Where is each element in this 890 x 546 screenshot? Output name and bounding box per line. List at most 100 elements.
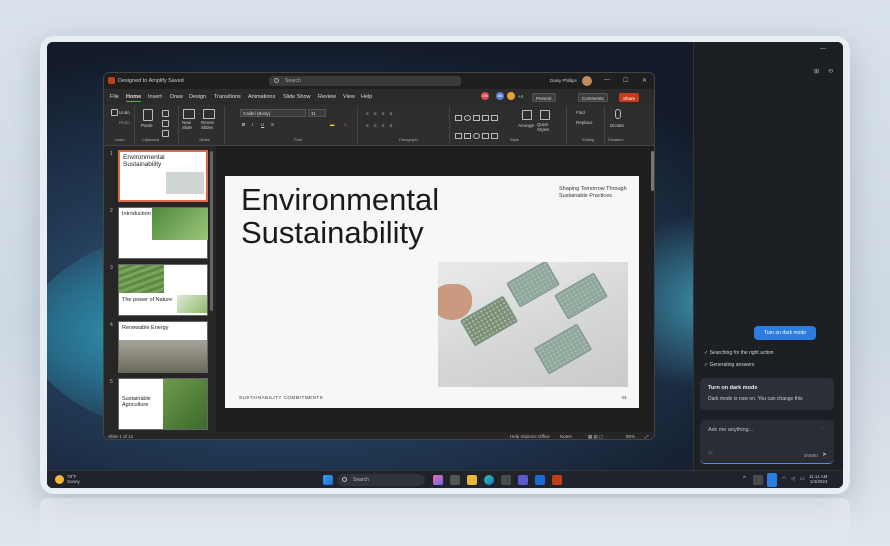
microphone-icon[interactable]: [615, 109, 621, 119]
share-button[interactable]: Share: [619, 93, 640, 102]
attach-icon[interactable]: ⤫: [708, 451, 713, 458]
reuse-slides-icon[interactable]: [203, 109, 215, 119]
zoom-level[interactable]: 86%: [626, 434, 635, 439]
slide-thumbnail[interactable]: Introduction: [118, 207, 208, 259]
redo-label[interactable]: Redo: [119, 120, 130, 125]
comments-button[interactable]: Comments: [578, 93, 608, 102]
slide-thumbnail[interactable]: Renewable Energy: [118, 321, 208, 373]
menu-draw[interactable]: Draw: [170, 94, 183, 100]
powerpoint-taskbar-icon[interactable]: [552, 475, 562, 485]
menu-file[interactable]: File: [110, 94, 119, 100]
search-box[interactable]: Search: [269, 76, 461, 86]
battery-icon[interactable]: ▭: [800, 476, 805, 482]
history-icon[interactable]: ⟲: [828, 68, 833, 75]
font-family-select[interactable]: Calibri (Body): [240, 109, 306, 117]
arrange-icon[interactable]: [522, 110, 532, 120]
italic-button[interactable]: I: [252, 122, 253, 127]
find-button[interactable]: Find: [576, 110, 585, 115]
slide-thumbnail[interactable]: Environmental Sustainability: [118, 150, 208, 202]
font-size-select[interactable]: 11: [308, 109, 326, 117]
slide-footer: SUSTAINABILITY COMMITMENTS: [239, 395, 324, 400]
copilot-icon[interactable]: [433, 475, 443, 485]
close-icon[interactable]: ✕: [642, 77, 647, 84]
slide-number: 1: [110, 151, 113, 157]
suggestion-bubble[interactable]: Turn on dark mode: [754, 326, 816, 340]
view-icons[interactable]: ▦ ▤ ▢: [588, 434, 603, 439]
present-button[interactable]: Present: [532, 93, 556, 102]
bullets-icon[interactable]: ≡ ≡ ≡ ≡: [366, 111, 394, 116]
menu-home[interactable]: Home: [126, 94, 142, 102]
group-label-undo: Undo: [115, 137, 125, 142]
minimize-icon[interactable]: —: [604, 77, 610, 83]
outlook-icon[interactable]: [535, 475, 545, 485]
maximize-icon[interactable]: ☐: [623, 77, 628, 84]
bold-button[interactable]: B: [242, 122, 245, 127]
arrange-label: Arrange: [518, 123, 535, 128]
store-icon[interactable]: [501, 475, 511, 485]
onedrive-icon[interactable]: [753, 475, 763, 485]
teams-icon[interactable]: [518, 475, 528, 485]
menu-slide-show[interactable]: Slide Show: [283, 94, 311, 100]
notes-button[interactable]: Notes: [560, 434, 572, 439]
file-explorer-icon[interactable]: [467, 475, 477, 485]
slide-thumbnail[interactable]: Sustainable Agriculture: [118, 378, 208, 430]
coauthor-avatar[interactable]: DM: [481, 92, 489, 100]
format-painter-icon[interactable]: [162, 130, 169, 137]
coauthor-count[interactable]: +4: [518, 94, 523, 99]
menu-design[interactable]: Design: [189, 94, 206, 100]
taskbar-search[interactable]: Search: [337, 474, 425, 486]
send-icon[interactable]: ➤: [822, 451, 827, 458]
chevron-up-icon[interactable]: ^: [743, 476, 746, 482]
editor-scrollbar[interactable]: [651, 151, 654, 191]
menu-view[interactable]: View: [343, 94, 355, 100]
font-color-icon[interactable]: A: [344, 122, 347, 127]
new-slide-icon[interactable]: [183, 109, 195, 119]
slide-count: Slide 1 of 12: [108, 434, 134, 439]
chat-input[interactable]: Ask me anything... ⤫ ··· 0/4000 ➤: [700, 420, 834, 464]
underline-button[interactable]: U: [261, 122, 264, 127]
menu-review[interactable]: Review: [318, 94, 336, 100]
wifi-icon[interactable]: ◠: [782, 476, 786, 482]
new-chat-icon[interactable]: ⊞: [814, 68, 819, 75]
copy-icon[interactable]: [162, 120, 169, 127]
undo-icon[interactable]: [111, 109, 118, 116]
menu-animations[interactable]: Animations: [248, 94, 275, 100]
menu-help[interactable]: Help: [361, 94, 372, 100]
edge-icon[interactable]: [484, 475, 494, 485]
cut-icon[interactable]: [162, 110, 169, 117]
task-view-icon[interactable]: [450, 475, 460, 485]
step-text: Generating answers: [709, 362, 755, 368]
slide-photo[interactable]: [438, 262, 628, 387]
reflection: [40, 498, 850, 546]
strikethrough-button[interactable]: S: [271, 122, 274, 127]
thumbnails-scrollbar[interactable]: [210, 151, 213, 311]
coauthor-avatar[interactable]: AB: [496, 92, 504, 100]
weather-icon[interactable]: [55, 475, 64, 484]
microphone-icon[interactable]: [767, 473, 777, 487]
slide-page-number: 01: [622, 395, 628, 400]
quick-styles-icon[interactable]: [540, 110, 550, 120]
menu-transitions[interactable]: Transitions: [214, 94, 241, 100]
status-bar: Slide 1 of 12 Help Improve Office Notes …: [104, 432, 654, 439]
align-icons[interactable]: ≡ ≡ ≡ ≡: [366, 123, 394, 128]
current-slide[interactable]: Environmental Sustainability Shaping Tom…: [225, 176, 639, 408]
highlight-icon[interactable]: ▬: [330, 122, 335, 127]
shapes-gallery[interactable]: [454, 108, 512, 139]
start-icon[interactable]: [323, 475, 333, 485]
user-name[interactable]: Daisy Phillips: [550, 78, 577, 83]
help-improve-link[interactable]: Help Improve Office: [510, 434, 550, 439]
minimize-icon[interactable]: —: [820, 46, 826, 52]
paste-label: Paste: [141, 123, 153, 128]
weather-widget[interactable]: 78°F Sunny: [67, 474, 80, 484]
avatar[interactable]: [582, 76, 592, 86]
clock[interactable]: 11:11 AM 1/4/2024: [809, 474, 827, 485]
slide-title[interactable]: Environmental Sustainability: [241, 183, 481, 249]
volume-icon[interactable]: ◁: [791, 476, 795, 482]
slide-subtitle[interactable]: Shaping Tomorrow Through Sustainable Pra…: [559, 186, 639, 200]
slide-thumbnail[interactable]: The power of Nature: [118, 264, 208, 316]
paste-icon[interactable]: [143, 109, 153, 121]
coauthor-avatar[interactable]: [507, 92, 515, 100]
replace-button[interactable]: Replace: [576, 120, 593, 125]
menu-insert[interactable]: Insert: [148, 94, 162, 100]
fit-slide-icon[interactable]: ⤢: [645, 434, 649, 439]
